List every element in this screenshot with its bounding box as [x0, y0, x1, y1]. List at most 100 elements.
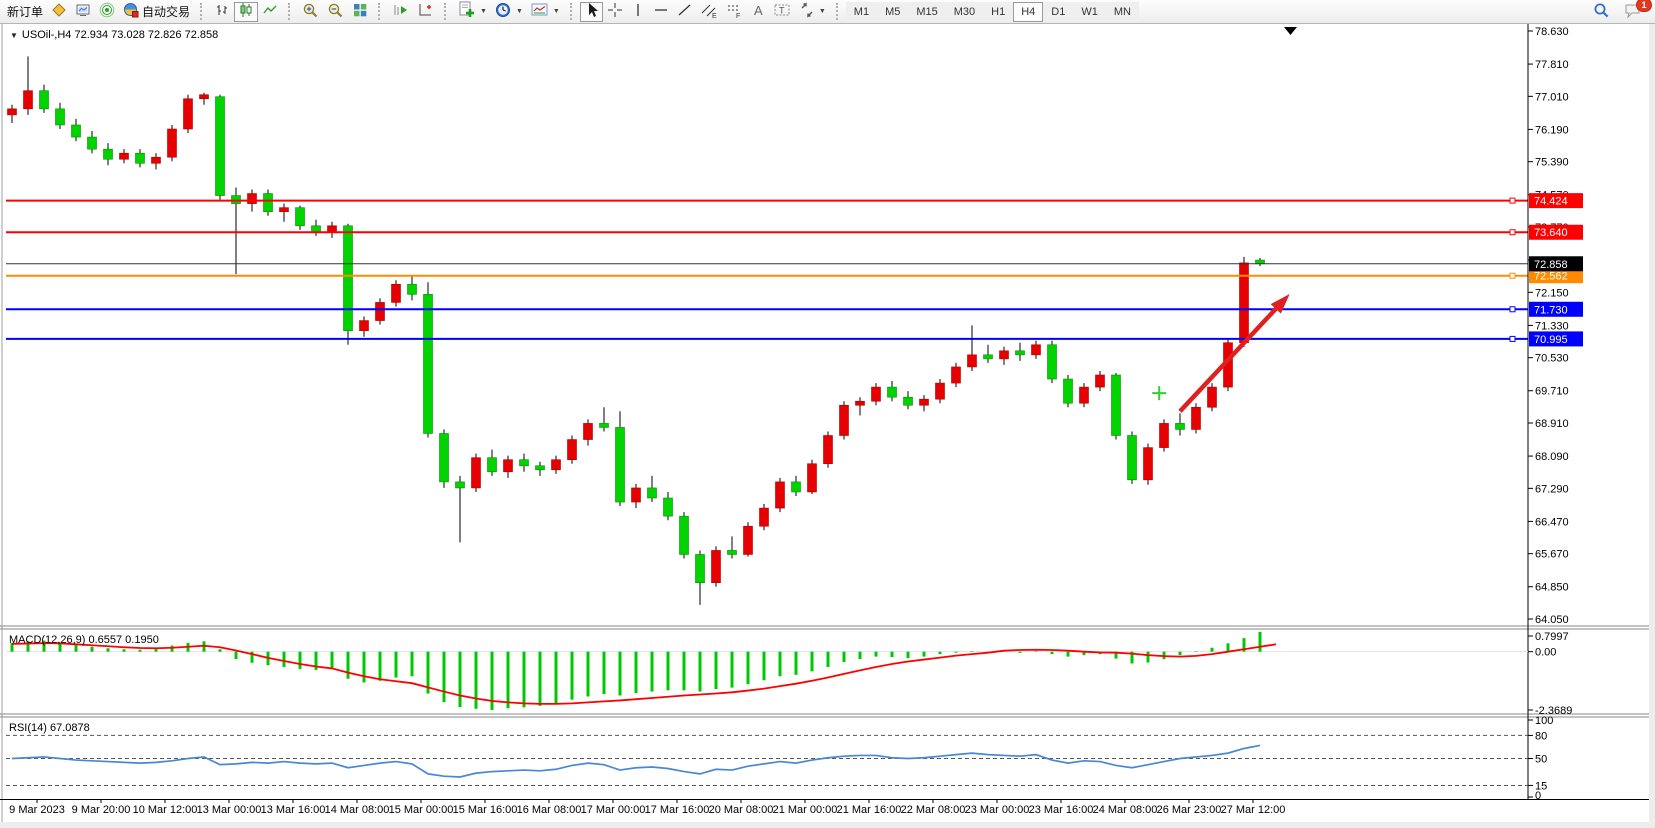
- new-chart-button[interactable]: [71, 2, 95, 22]
- candle-body: [392, 284, 401, 302]
- candle-body: [664, 498, 673, 516]
- vertical-line-button[interactable]: [627, 2, 649, 22]
- periods-button[interactable]: ▼: [491, 2, 527, 22]
- svg-text:T: T: [779, 6, 785, 16]
- chevron-down-icon[interactable]: ▼: [516, 8, 523, 15]
- toolbar-separator: [444, 3, 449, 20]
- line-handle[interactable]: [1510, 198, 1515, 203]
- candle-body: [152, 157, 161, 163]
- signals-button[interactable]: [95, 2, 119, 22]
- candle-body: [1096, 375, 1105, 387]
- zoom-in-button[interactable]: [298, 2, 323, 22]
- timeframe-w1[interactable]: W1: [1073, 2, 1106, 22]
- timeframe-m1[interactable]: M1: [846, 2, 877, 22]
- timeframe-mn[interactable]: MN: [1106, 2, 1139, 22]
- line-handle[interactable]: [1510, 307, 1515, 312]
- rsi-tick-label: 50: [1535, 754, 1547, 766]
- line-handle[interactable]: [1510, 273, 1515, 278]
- chart-title: ▼ USOil-,H4 72.934 73.028 72.826 72.858: [10, 29, 218, 41]
- bar-chart-icon: [214, 2, 230, 21]
- trendline-button[interactable]: [673, 2, 697, 22]
- crosshair-button[interactable]: [603, 2, 627, 22]
- candle-body: [264, 194, 273, 212]
- fibonacci-button[interactable]: F: [722, 2, 747, 22]
- horizontal-line-button[interactable]: [649, 2, 673, 22]
- timeframe-d1[interactable]: D1: [1043, 2, 1073, 22]
- candle-body: [536, 466, 545, 470]
- candle-body: [1000, 351, 1009, 359]
- new-order-button[interactable]: 新订单: [3, 2, 47, 22]
- candle-body: [760, 508, 769, 526]
- candle-body: [200, 95, 209, 99]
- notification-badge[interactable]: 1: [1636, 0, 1652, 12]
- candle-body: [1176, 423, 1185, 429]
- search-button[interactable]: [1589, 2, 1614, 22]
- candle-body: [1080, 387, 1089, 403]
- fibonacci-icon: F: [726, 2, 743, 22]
- auto-scroll-icon: [392, 2, 409, 21]
- timeframe-m15[interactable]: M15: [908, 2, 945, 22]
- rsi-tick-label: 100: [1535, 715, 1553, 727]
- timeframe-m5[interactable]: M5: [877, 2, 908, 22]
- chevron-down-icon[interactable]: ▼: [480, 8, 487, 15]
- chart-canvas[interactable]: 78.63077.81077.01076.19075.39074.57073.7…: [0, 0, 1655, 828]
- time-tick-label: 15 Mar 16:00: [453, 804, 518, 816]
- candle-body: [376, 302, 385, 320]
- tile-windows-icon: [352, 2, 368, 21]
- line-handle[interactable]: [1510, 336, 1515, 341]
- text-label-button[interactable]: T: [769, 2, 795, 22]
- time-tick-label: 17 Mar 16:00: [645, 804, 710, 816]
- rsi-tick-label: 80: [1535, 730, 1547, 742]
- time-tick-label: 26 Mar 23:00: [1157, 804, 1222, 816]
- svg-text:E: E: [712, 13, 717, 19]
- candle-body: [1016, 351, 1025, 355]
- line-chart-button[interactable]: [258, 2, 282, 22]
- timeframe-m30[interactable]: M30: [946, 2, 983, 22]
- cursor-button[interactable]: [580, 2, 603, 22]
- chart-shift-button[interactable]: [413, 2, 438, 22]
- bar-chart-button[interactable]: [210, 2, 234, 22]
- timeframe-h1[interactable]: H1: [983, 2, 1013, 22]
- candle-body: [408, 284, 417, 294]
- candlestick-chart-button[interactable]: [234, 2, 258, 22]
- candle-body: [312, 226, 321, 232]
- line-handle[interactable]: [1510, 230, 1515, 235]
- candle-body: [856, 401, 865, 405]
- line-price-badge: 71.730: [1534, 304, 1568, 316]
- price-tick-label: 64.050: [1535, 614, 1569, 626]
- toolbar-separator: [378, 3, 383, 20]
- timeframe-h4[interactable]: H4: [1013, 2, 1043, 22]
- svg-text:F: F: [736, 13, 740, 19]
- price-tick-label: 68.090: [1535, 451, 1569, 463]
- indicators-button[interactable]: ▼: [454, 2, 491, 22]
- line-price-badge: 73.640: [1534, 227, 1568, 239]
- chevron-down-icon[interactable]: ▼: [553, 8, 560, 15]
- profile-button[interactable]: [47, 2, 71, 22]
- tile-windows-button[interactable]: [348, 2, 372, 22]
- price-tick-label: 72.150: [1535, 287, 1569, 299]
- auto-scroll-button[interactable]: [388, 2, 413, 22]
- zoom-out-button[interactable]: [323, 2, 348, 22]
- candle-body: [248, 194, 257, 204]
- candle-body: [216, 97, 225, 196]
- time-tick-label: 27 Mar 12:00: [1221, 804, 1286, 816]
- candle-body: [936, 383, 945, 399]
- candle-body: [1032, 345, 1041, 355]
- candle-body: [888, 387, 897, 397]
- arrows-button[interactable]: ▼: [795, 2, 830, 22]
- candle-body: [1160, 423, 1169, 447]
- autotrading-button[interactable]: 自动交易: [119, 2, 194, 22]
- candle-body: [568, 440, 577, 460]
- templates-button[interactable]: ▼: [527, 2, 564, 22]
- candle-body: [696, 554, 705, 582]
- candle-body: [1208, 387, 1217, 407]
- candle-body: [728, 550, 737, 554]
- candle-body: [472, 458, 481, 488]
- candle-body: [520, 460, 529, 466]
- equidistant-channel-button[interactable]: E: [697, 2, 722, 22]
- price-tick-label: 69.710: [1535, 386, 1569, 398]
- chart-dropdown-icon[interactable]: ▼: [10, 31, 18, 40]
- candle-body: [968, 355, 977, 367]
- text-button[interactable]: A: [747, 2, 769, 22]
- chevron-down-icon[interactable]: ▼: [819, 8, 826, 15]
